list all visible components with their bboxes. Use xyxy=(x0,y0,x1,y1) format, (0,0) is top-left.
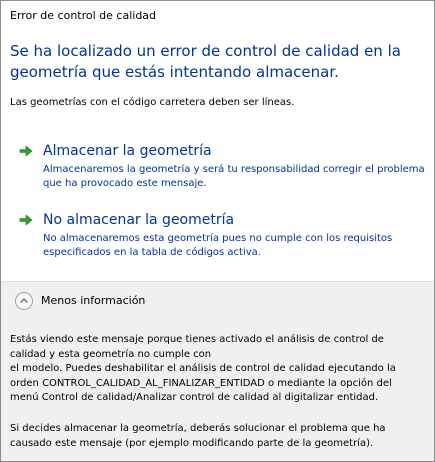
details-line: menú Control de calidad/Analizar control… xyxy=(10,392,379,403)
main-instruction: Se ha localizado un error de control de … xyxy=(10,42,401,81)
dialog-window: Error de control de calidad Se ha locali… xyxy=(0,0,435,462)
green-arrow-icon xyxy=(19,145,33,157)
command-link-dont-save[interactable]: No almacenar la geometría No almacenarem… xyxy=(19,211,429,263)
toggle-details-label[interactable]: Menos información xyxy=(41,294,145,308)
details-line: Estás viendo este mensaje porque tienes … xyxy=(10,334,384,345)
chevron-up-icon xyxy=(20,298,28,303)
command-link-description: Almacenaremos la geometría y será tu res… xyxy=(43,164,425,189)
title-bar[interactable]: Error de control de calidad xyxy=(1,1,434,31)
expanded-information: Estás viendo este mensaje porque tienes … xyxy=(1,321,434,461)
details-line: causado este mensaje (por ejemplo modifi… xyxy=(10,437,374,449)
details-line: orden CONTROL_CALIDAD_AL_FINALIZAR_ENTID… xyxy=(10,377,392,389)
toggle-details-button[interactable] xyxy=(15,292,33,310)
footer-expander: Menos información xyxy=(1,281,434,322)
details-paragraph: Estás viendo este mensaje porque tienes … xyxy=(10,333,425,406)
details-line: Si decides almacenar la geometría, deber… xyxy=(10,423,386,434)
command-link-title: Almacenar la geometría xyxy=(43,143,212,159)
command-link-title: No almacenar la geometría xyxy=(43,212,235,228)
content-text: Las geometrías con el código carretera d… xyxy=(10,97,295,108)
command-link-save[interactable]: Almacenar la geometría Almacenaremos la … xyxy=(19,142,429,194)
details-line: el modelo. Puedes deshabilitar el anális… xyxy=(10,363,396,374)
window-title: Error de control de calidad xyxy=(10,9,157,22)
details-paragraph: Si decides almacenar la geometría, deber… xyxy=(10,422,425,451)
command-link-description: No almacenaremos esta geometría pues no … xyxy=(43,233,393,258)
green-arrow-icon xyxy=(19,214,33,226)
details-line: calidad y esta geometría no cumple con xyxy=(10,348,212,360)
